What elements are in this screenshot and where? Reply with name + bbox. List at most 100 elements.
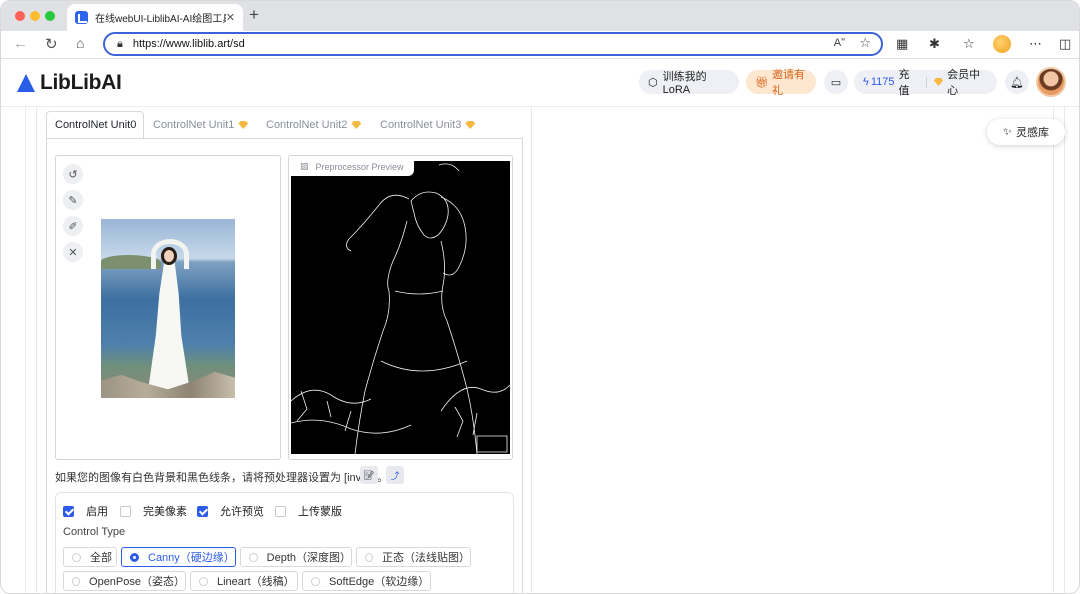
tab-controlnet-unit1[interactable]: ControlNet Unit1 (145, 111, 256, 139)
browser-toolbar: ← ↻ ⌂ 🔒︎ https://www.liblib.art/sd Aʺ ☆ … (1, 31, 1079, 59)
control-type-lineart[interactable]: Lineart（线稿） (190, 571, 298, 591)
divider (531, 107, 532, 593)
back-arrow-icon[interactable]: ← (13, 35, 28, 52)
favorite-star-icon[interactable]: ☆ (859, 35, 871, 51)
close-window-icon[interactable] (15, 11, 25, 21)
liblib-logo[interactable]: LibLibAI (15, 71, 122, 95)
vip-gem-icon (933, 78, 944, 86)
undo-icon[interactable]: ↺ (63, 164, 83, 184)
checkbox-box[interactable] (120, 505, 131, 517)
divider (1064, 107, 1065, 593)
sparkle-icon: ✨︎ (1002, 125, 1013, 138)
gift-icon: 🎁︎ (755, 76, 769, 89)
logo-text: LibLibAI (40, 71, 122, 94)
browser-tab[interactable]: 在线webUI-LiblibAI-AI绘图工具 ✕ (67, 4, 243, 31)
radio-dot[interactable] (72, 552, 81, 562)
radio-label: Canny（硬边缘） (148, 552, 235, 564)
home-icon[interactable]: ⌂ (76, 35, 84, 51)
swap-button[interactable]: ⤴ (386, 466, 404, 484)
invite-label: 邀请有礼 (771, 69, 805, 97)
liblib-favicon-icon (75, 11, 88, 24)
vip-center-link[interactable]: 会员中心 (947, 66, 988, 98)
swap-icon: ⤴ (390, 470, 400, 481)
credit-count: 1175 (870, 76, 895, 88)
extension-avatar-icon[interactable] (993, 35, 1011, 53)
pixel-perfect-checkbox[interactable]: 完美像素 (120, 503, 187, 519)
radio-dot[interactable] (249, 552, 258, 562)
tab-controlnet-unit0[interactable]: ControlNet Unit0 (46, 111, 144, 139)
new-tab-button[interactable]: + (249, 5, 259, 25)
workspaces-icon[interactable]: ▦ (896, 36, 908, 52)
edit-pencil-icon[interactable]: ✎ (63, 190, 83, 210)
note-icon: 📝︎ (363, 469, 375, 480)
radio-dot[interactable] (130, 552, 139, 562)
radio-label: SoftEdge（软边缘） (329, 576, 430, 588)
radio-dot[interactable] (72, 576, 81, 586)
upload-mask-checkbox[interactable]: 上传蒙版 (275, 503, 342, 519)
control-type-canny[interactable]: Canny（硬边缘） (121, 547, 236, 567)
tab-label: ControlNet Unit0 (55, 119, 137, 131)
inspiration-label: 灵感库 (1016, 127, 1050, 139)
preprocessor-preview-image (291, 161, 510, 454)
browser-window: 在线webUI-LiblibAI-AI绘图工具 ✕ + ← ↻ ⌂ 🔒︎ htt… (0, 0, 1080, 594)
train-lora-button[interactable]: ⬡ 训练我的LoRA (639, 70, 739, 96)
reload-icon[interactable]: ↻ (45, 35, 58, 53)
inspiration-button[interactable]: ✨︎ 灵感库 (987, 119, 1065, 145)
checkbox-box[interactable] (63, 505, 74, 517)
control-type-all[interactable]: 全部 (63, 547, 117, 567)
radio-dot[interactable] (199, 576, 208, 586)
vip-gem-icon (238, 121, 249, 129)
control-type-depth[interactable]: Depth（深度图） (240, 547, 352, 567)
minimize-window-icon[interactable] (30, 11, 40, 21)
radio-dot[interactable] (365, 552, 373, 562)
control-type-softedge[interactable]: SoftEdge（软边缘） (302, 571, 431, 591)
checkbox-box[interactable] (275, 505, 286, 517)
clear-icon[interactable]: ✕ (63, 242, 83, 262)
brush-icon[interactable]: ✐ (63, 216, 83, 236)
preview-label: Preprocessor Preview (315, 161, 404, 172)
read-aloud-icon[interactable]: Aʺ (834, 37, 845, 49)
divider: | (924, 76, 928, 88)
checkbox-label: 启用 (86, 506, 108, 518)
checkbox-box[interactable] (197, 505, 208, 517)
divider (36, 107, 37, 593)
image-icon: ▨ (300, 161, 309, 171)
user-avatar[interactable] (1036, 67, 1066, 97)
sidebar-toggle-icon[interactable]: ◫ (1059, 36, 1071, 52)
vip-gem-icon (351, 121, 362, 129)
control-type-label: Control Type (63, 526, 126, 538)
radio-label: OpenPose（姿态） (89, 576, 185, 588)
tab-label: ControlNet Unit2 (266, 119, 348, 131)
tab-label: ControlNet Unit3 (380, 119, 462, 131)
favorites-icon[interactable]: ☆ (963, 36, 975, 52)
folder-button[interactable]: ▭ (824, 70, 848, 94)
maximize-window-icon[interactable] (45, 11, 55, 21)
radio-label: Depth（深度图） (266, 552, 351, 564)
preprocessor-preview-tab: ▨ Preprocessor Preview (290, 157, 414, 176)
radio-label: Lineart（线稿） (217, 576, 295, 588)
divider (1053, 107, 1054, 593)
more-options-icon[interactable]: ⋯ (1029, 36, 1042, 52)
close-tab-icon[interactable]: ✕ (226, 11, 235, 24)
extensions-icon[interactable]: ✱ (929, 36, 940, 52)
radio-label: 全部 (90, 552, 112, 564)
invite-button[interactable]: 🎁︎ 邀请有礼 (746, 69, 816, 97)
radio-dot[interactable] (311, 576, 320, 586)
enable-checkbox[interactable]: 启用 (63, 503, 108, 519)
edit-note-button[interactable]: 📝︎ (360, 466, 378, 484)
notifications-button[interactable]: 🔔︎ (1005, 70, 1029, 94)
recharge-link[interactable]: 充值 (898, 66, 918, 98)
bell-icon: 🔔︎ (1010, 76, 1024, 89)
allow-preview-checkbox[interactable]: 允许预览 (197, 503, 264, 519)
tab-label: ControlNet Unit1 (153, 119, 235, 131)
checkbox-label: 完美像素 (143, 506, 187, 518)
lightning-icon: ϟ (863, 76, 869, 88)
checkbox-label: 上传蒙版 (298, 506, 342, 518)
address-bar[interactable]: 🔒︎ https://www.liblib.art/sd Aʺ ☆ (103, 32, 883, 56)
address-url[interactable]: https://www.liblib.art/sd (133, 38, 245, 50)
tab-title: 在线webUI-LiblibAI-AI绘图工具 (95, 14, 226, 25)
control-type-openpose[interactable]: OpenPose（姿态） (63, 571, 186, 591)
tab-controlnet-unit3[interactable]: ControlNet Unit3 (372, 111, 483, 139)
control-type-normal[interactable]: 正态（法线贴图） (356, 547, 471, 567)
tab-controlnet-unit2[interactable]: ControlNet Unit2 (258, 111, 369, 139)
